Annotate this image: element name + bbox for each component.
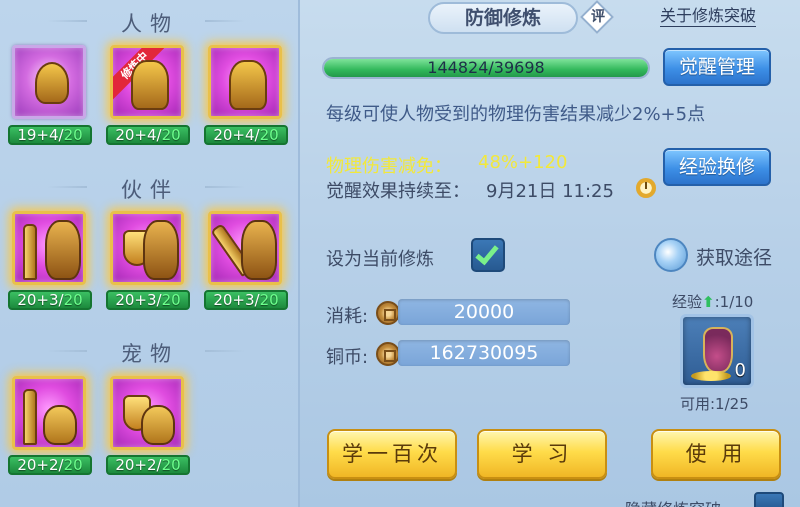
level-cap: 20 — [259, 126, 279, 144]
panel-title: 防御修炼 — [428, 2, 578, 34]
gold-coins-icon — [691, 371, 731, 381]
copper-label: 铜币: — [326, 347, 369, 368]
item-exp-suffix: :1/10 — [714, 293, 754, 311]
effect-description: 每级可使人物受到的物理伤害结果减少2%+5点 — [326, 104, 706, 125]
character-card-2[interactable]: 修炼中 — [110, 45, 184, 119]
level-base: 20 — [115, 456, 135, 474]
partner-card-1[interactable] — [12, 211, 86, 285]
sword-icon — [23, 224, 37, 280]
level-bonus: +4/ — [232, 126, 260, 144]
exp-progress-text: 144824/39698 — [427, 58, 545, 77]
arrow-up-icon: ⬆ — [702, 293, 715, 311]
hide-breakthrough-checkbox[interactable] — [754, 492, 784, 507]
partner-level-1: 20+3/20 — [8, 290, 92, 310]
cat-icon — [43, 405, 77, 445]
beast-icon — [241, 220, 277, 280]
awaken-expiry-value: 9月21日 11:25 — [486, 181, 614, 202]
level-bonus: +3/ — [36, 291, 64, 309]
partner-level-3: 20+3/20 — [204, 290, 288, 310]
sword-icon — [23, 389, 37, 445]
section-title-pets: 宠物 — [47, 338, 205, 368]
character-card-3[interactable] — [208, 45, 282, 119]
level-bonus: +2/ — [36, 456, 64, 474]
use-button[interactable]: 使 用 — [651, 429, 781, 479]
physical-reduction-value: 48%+120 — [478, 152, 568, 173]
beast-icon — [45, 220, 81, 280]
warrior-standing-icon — [229, 60, 267, 110]
set-current-checkbox[interactable] — [471, 238, 505, 272]
warrior-armor-icon — [131, 60, 169, 110]
level-cap: 20 — [161, 291, 181, 309]
set-current-label: 设为当前修炼 — [326, 249, 434, 270]
level-bonus: +3/ — [232, 291, 260, 309]
level-cap: 20 — [63, 126, 83, 144]
copper-coin-icon — [376, 301, 400, 325]
partner-card-3[interactable] — [208, 211, 282, 285]
character-level-2: 20+4/20 — [106, 125, 190, 145]
level-base: 20 — [213, 126, 233, 144]
item-count: 0 — [734, 360, 746, 381]
level-base: 20 — [213, 291, 233, 309]
pet-card-1[interactable] — [12, 376, 86, 450]
level-base: 19 — [17, 126, 37, 144]
section-title-characters: 人物 — [47, 8, 205, 38]
level-cap: 20 — [63, 291, 83, 309]
hide-breakthrough-label: 隐藏修炼突破 — [625, 496, 721, 507]
item-exp-prefix: 经验 — [672, 293, 703, 311]
learn-hundred-button[interactable]: 学一百次 — [327, 429, 457, 479]
item-usable: 可用:1/25 — [680, 395, 749, 413]
level-cap: 20 — [63, 456, 83, 474]
level-base: 20 — [115, 126, 135, 144]
cat-icon — [141, 405, 175, 445]
awaken-manage-button[interactable]: 觉醒管理 — [663, 48, 771, 86]
exp-exchange-button[interactable]: 经验换修 — [663, 148, 771, 186]
level-cap: 20 — [259, 291, 279, 309]
level-cap: 20 — [161, 456, 181, 474]
section-title-partners: 伙伴 — [47, 174, 205, 204]
rate-label[interactable]: 评 — [586, 6, 610, 26]
pet-level-2: 20+2/20 — [106, 455, 190, 475]
copper-coin-icon — [376, 342, 400, 366]
book-icon[interactable] — [654, 238, 688, 272]
level-base: 20 — [17, 291, 37, 309]
beast-icon — [143, 220, 179, 280]
cultivation-target-panel: 人物 19+4/20 修炼中 20+4/20 20+4/20 伙伴 20+3/2… — [0, 0, 300, 507]
cost-value: 20000 — [398, 299, 570, 325]
character-card-1[interactable] — [12, 45, 86, 119]
level-bonus: +3/ — [134, 291, 162, 309]
learn-button[interactable]: 学 习 — [477, 429, 607, 479]
pet-level-1: 20+2/20 — [8, 455, 92, 475]
level-bonus: +2/ — [134, 456, 162, 474]
awaken-expiry-label: 觉醒效果持续至： — [326, 181, 470, 202]
level-cap: 20 — [161, 126, 181, 144]
level-bonus: +4/ — [134, 126, 162, 144]
character-level-3: 20+4/20 — [204, 125, 288, 145]
item-exp-info: 经验⬆:1/10 — [672, 291, 753, 312]
level-base: 20 — [17, 456, 37, 474]
checkmark-icon — [475, 240, 499, 266]
exp-progress-bar: 144824/39698 — [322, 57, 650, 79]
exp-item-slot[interactable]: 0 — [680, 314, 754, 388]
breakthrough-help-link[interactable]: 关于修炼突破 — [660, 6, 757, 27]
copper-value: 162730095 — [398, 340, 570, 366]
level-bonus: +4/ — [36, 126, 64, 144]
clock-icon — [636, 178, 656, 198]
partner-level-2: 20+3/20 — [106, 290, 190, 310]
warrior-meditating-icon — [35, 62, 69, 104]
cost-label: 消耗: — [326, 306, 369, 327]
pet-card-2[interactable] — [110, 376, 184, 450]
level-base: 20 — [115, 291, 135, 309]
character-level-1: 19+4/20 — [8, 125, 92, 145]
physical-reduction-label: 物理伤害减免： — [326, 156, 452, 177]
acquire-link[interactable]: 获取途径 — [696, 243, 772, 270]
partner-card-2[interactable] — [110, 211, 184, 285]
vase-icon — [703, 327, 733, 373]
